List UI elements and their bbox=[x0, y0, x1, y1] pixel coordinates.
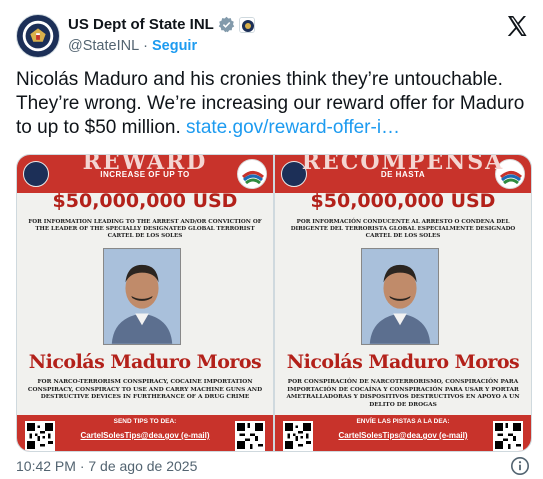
tweet-link[interactable]: state.gov/reward-offer-i… bbox=[186, 117, 400, 138]
charges-text: POR CONSPIRACIÓN DE NARCOTERRORISMO, CON… bbox=[286, 379, 520, 408]
follow-button[interactable]: Seguir bbox=[152, 38, 197, 54]
separator-dot: · bbox=[143, 38, 148, 54]
tweet-text: Nicolás Maduro and his cronies think the… bbox=[16, 68, 536, 140]
affiliate-seal-icon[interactable] bbox=[238, 16, 255, 33]
media-grid[interactable]: REWARD INCREASE OF UP TO $50,000,000 USD… bbox=[16, 154, 532, 452]
account-handle[interactable]: @StateINL bbox=[68, 38, 139, 54]
suspect-photo bbox=[103, 248, 181, 345]
account-avatar[interactable] bbox=[16, 14, 60, 58]
post-timestamp[interactable]: 10:42 PM · 7 de ago de 2025 bbox=[16, 458, 197, 474]
poster-info-text: POR INFORMACIÓN CONDUCENTE AL ARRESTO O … bbox=[290, 219, 516, 239]
poster-info-text: FOR INFORMATION LEADING TO THE ARREST AN… bbox=[28, 219, 262, 239]
info-icon[interactable] bbox=[510, 456, 530, 476]
reward-amount: $50,000,000 USD bbox=[310, 190, 496, 212]
reward-amount: $50,000,000 USD bbox=[52, 190, 238, 212]
handle-row: @StateINL · Seguir bbox=[68, 38, 197, 54]
reward-poster-english[interactable]: REWARD INCREASE OF UP TO $50,000,000 USD… bbox=[17, 155, 273, 451]
tweet-card: US Dept of State INL @StateINL · Seguir … bbox=[0, 0, 543, 479]
poster-subhead: INCREASE OF UP TO bbox=[100, 170, 190, 179]
verified-badge-icon[interactable] bbox=[218, 16, 235, 33]
display-name[interactable]: US Dept of State INL bbox=[68, 16, 214, 33]
poster-subhead: DE HASTA bbox=[380, 170, 426, 179]
x-logo-icon[interactable] bbox=[505, 14, 529, 38]
state-department-seal-icon bbox=[17, 15, 59, 57]
qr-code-icon bbox=[235, 421, 265, 451]
charges-text: FOR NARCO-TERRORISM CONSPIRACY, COCAINE … bbox=[27, 379, 263, 400]
qr-code-icon bbox=[493, 421, 523, 451]
wanted-name: Nicolás Maduro Moros bbox=[28, 351, 262, 373]
suspect-photo bbox=[361, 248, 439, 345]
wanted-name: Nicolás Maduro Moros bbox=[286, 351, 520, 373]
reward-poster-spanish[interactable]: RECOMPENSA DE HASTA $50,000,000 USD POR … bbox=[275, 155, 531, 451]
name-row: US Dept of State INL bbox=[68, 16, 255, 33]
